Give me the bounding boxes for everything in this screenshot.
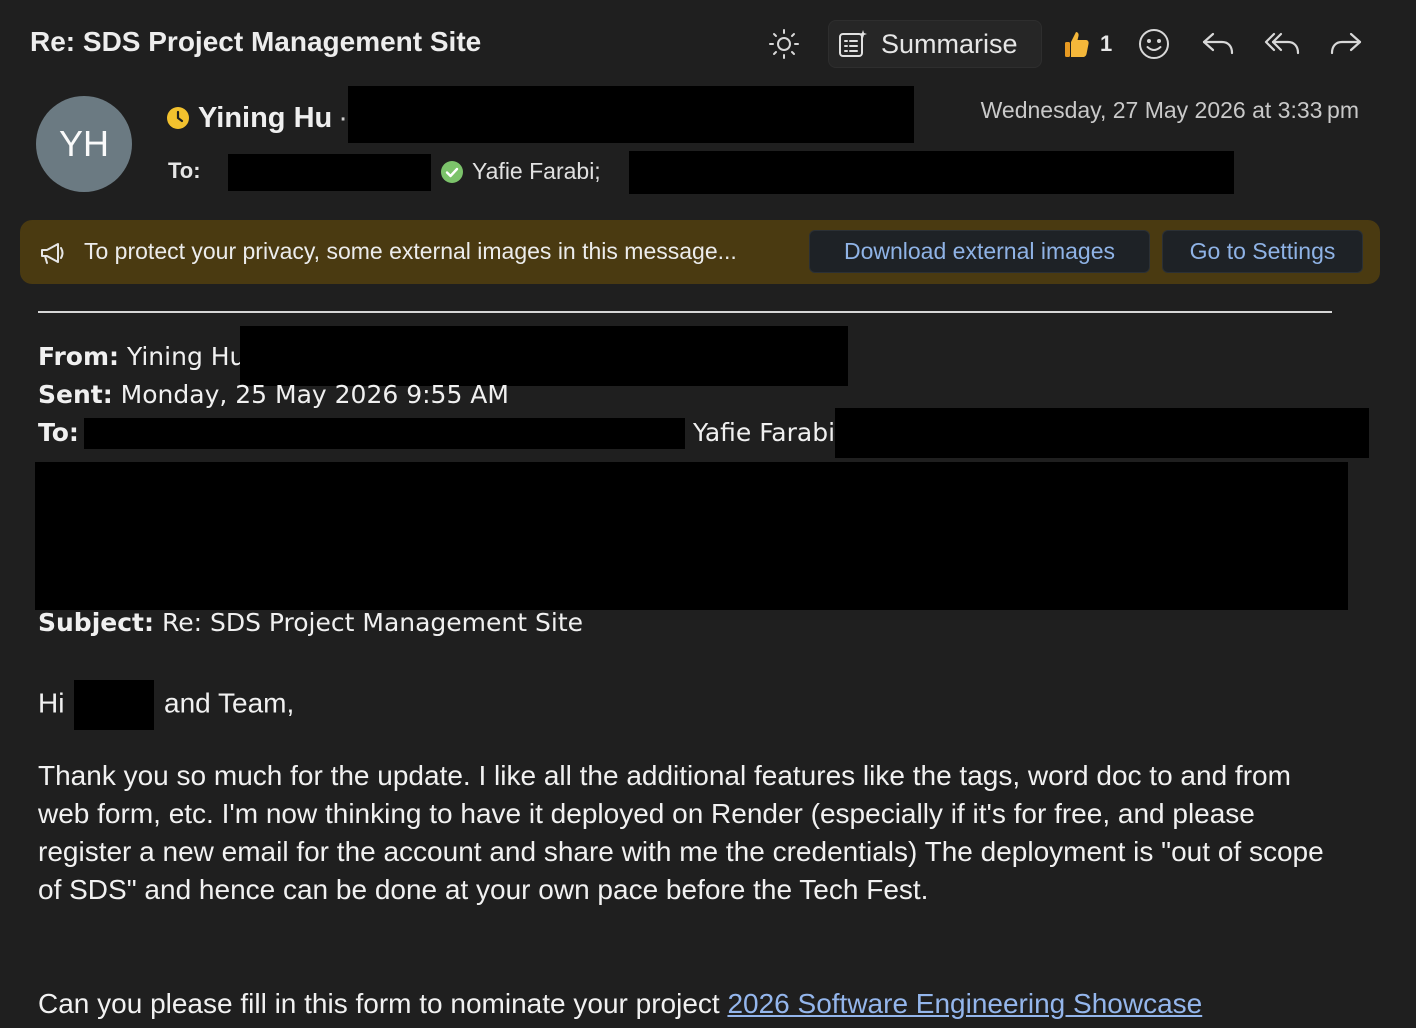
redacted-recipient xyxy=(228,154,431,191)
thumbs-up-icon xyxy=(1062,29,1092,59)
sender-row: Yining Hu · xyxy=(166,100,348,136)
quoted-from-value: Yining Hu xyxy=(126,342,246,371)
check-status-icon xyxy=(440,160,464,184)
sender-name[interactable]: Yining Hu xyxy=(198,102,332,135)
summarise-button[interactable]: Summarise xyxy=(828,20,1042,68)
showcase-link[interactable]: 2026 Software Engineering Showcase xyxy=(727,988,1202,1019)
body-paragraph: Can you please fill in this form to nomi… xyxy=(38,985,1338,1023)
email-reading-pane: Re: SDS Project Management Site Summaris… xyxy=(0,0,1416,1028)
summarise-label: Summarise xyxy=(881,28,1018,59)
download-images-button[interactable]: Download external images xyxy=(809,230,1150,273)
sun-icon[interactable] xyxy=(764,24,804,64)
recipient-name: Yafie Farabi; xyxy=(472,158,601,184)
reply-icon[interactable] xyxy=(1198,24,1238,64)
clock-status-icon xyxy=(166,106,190,130)
redacted-quoted-recipient xyxy=(84,418,685,449)
redacted-quoted-email xyxy=(240,326,848,386)
form-request-text: Can you please fill in this form to nomi… xyxy=(38,988,728,1019)
greeting-start: Hi xyxy=(38,687,65,719)
quoted-subject-value: Re: SDS Project Management Site xyxy=(161,608,583,637)
quoted-sent: Sent: Monday, 25 May 2026 9:55 AM xyxy=(38,380,509,409)
recipient[interactable]: Yafie Farabi; xyxy=(440,158,601,185)
redacted-name xyxy=(74,680,155,730)
quoted-subject-label: Subject: xyxy=(38,608,154,637)
quoted-sent-label: Sent: xyxy=(38,380,113,409)
quoted-to-value: Yafie Farabi xyxy=(693,418,836,447)
sent-date: Wednesday, 27 May 2026 at 3:33 pm xyxy=(980,97,1359,123)
body-paragraph: Thank you so much for the update. I like… xyxy=(38,760,1324,905)
redacted-recipient xyxy=(629,151,1234,194)
quoted-from-label: From: xyxy=(38,342,120,371)
sender-separator: · xyxy=(338,101,348,134)
quoted-from: From: Yining Hu xyxy=(38,342,245,371)
megaphone-icon xyxy=(38,238,68,271)
greeting-line: Hi and Team, xyxy=(38,680,1338,730)
quoted-sent-value: Monday, 25 May 2026 9:55 AM xyxy=(120,380,509,409)
forward-icon[interactable] xyxy=(1326,24,1366,64)
privacy-banner: To protect your privacy, some external i… xyxy=(20,220,1380,284)
summarise-icon xyxy=(837,28,869,60)
redacted-quoted-cc xyxy=(35,462,1348,610)
privacy-message: To protect your privacy, some external i… xyxy=(84,238,737,264)
redacted-quoted-recipient xyxy=(835,408,1369,458)
greeting-end: and Team, xyxy=(164,687,295,719)
to-label: To: xyxy=(168,158,201,183)
quoted-to-label: To: xyxy=(38,418,79,447)
reply-all-icon[interactable] xyxy=(1262,24,1302,64)
like-reaction[interactable]: 1 xyxy=(1062,24,1112,64)
avatar[interactable]: YH xyxy=(36,96,132,192)
redacted-sender-email xyxy=(348,86,914,143)
like-count: 1 xyxy=(1100,31,1113,56)
message-toolbar: Summarise 1 xyxy=(0,18,1416,70)
quoted-to: To: xyxy=(38,418,79,447)
emoji-icon[interactable] xyxy=(1134,24,1174,64)
go-to-settings-button[interactable]: Go to Settings xyxy=(1162,230,1363,273)
divider xyxy=(38,311,1332,313)
quoted-subject: Subject: Re: SDS Project Management Site xyxy=(38,608,583,637)
